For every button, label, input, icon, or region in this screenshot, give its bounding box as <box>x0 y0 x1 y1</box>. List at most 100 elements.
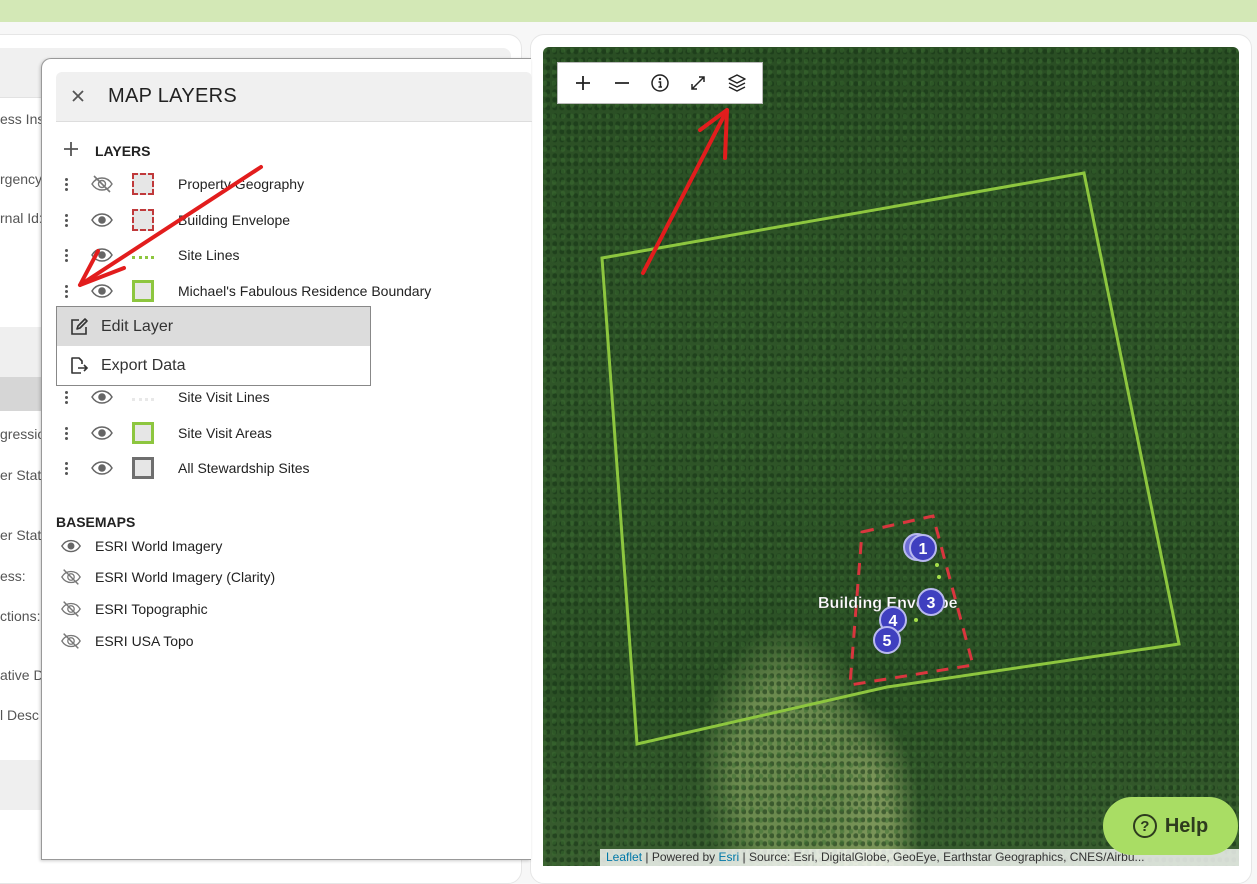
layer-menu-button[interactable] <box>56 177 76 191</box>
form-label: rgency <box>0 171 43 187</box>
layer-swatch <box>132 280 154 302</box>
basemap-label: ESRI World Imagery <box>95 538 223 554</box>
form-label: l Desc <box>0 707 39 723</box>
form-label: ess: <box>0 568 26 584</box>
edit-layer-menu-item[interactable]: Edit Layer <box>57 307 370 346</box>
add-layer-button[interactable] <box>63 139 79 161</box>
form-label: rnal Id: <box>0 210 43 226</box>
eye-icon[interactable] <box>90 388 114 406</box>
basemap-label: ESRI Topographic <box>95 601 208 617</box>
map-layers-panel: MAP LAYERS LAYERS Property Geography Bui… <box>41 58 532 860</box>
esri-link[interactable]: Esri <box>719 850 740 864</box>
zoom-out-button[interactable] <box>606 67 638 99</box>
close-button[interactable] <box>56 85 100 108</box>
eye-off-icon[interactable] <box>60 632 82 650</box>
layer-row: Site Visit Areas <box>56 418 526 448</box>
layer-menu-button[interactable] <box>56 213 76 227</box>
plus-icon <box>576 76 591 90</box>
layers-section-title: LAYERS <box>95 143 151 159</box>
residence-boundary-polygon[interactable] <box>600 171 1181 746</box>
svg-text:3: 3 <box>927 595 936 612</box>
map-view[interactable]: Building Envelope 1 3 4 5 Leaflet | Powe… <box>543 47 1239 866</box>
plus-icon <box>64 142 78 156</box>
layer-row: Property Geography <box>56 169 526 199</box>
basemaps-section-title: BASEMAPS <box>56 514 136 530</box>
layer-swatch <box>132 173 154 195</box>
layer-swatch <box>132 247 154 259</box>
info-icon <box>651 74 669 92</box>
layer-label: All Stewardship Sites <box>178 460 310 476</box>
map-marker[interactable]: 1 <box>903 533 937 562</box>
panel-header: MAP LAYERS <box>56 72 532 122</box>
fullscreen-button[interactable] <box>682 67 714 99</box>
layer-menu-button[interactable] <box>56 248 76 262</box>
layer-row: Site Visit Lines <box>56 382 526 412</box>
layer-swatch <box>132 422 154 444</box>
layer-label: Property Geography <box>178 176 305 192</box>
layer-label: Building Envelope <box>178 212 291 228</box>
help-label: Help <box>1164 814 1209 837</box>
export-icon <box>71 356 89 374</box>
close-icon <box>72 90 84 102</box>
eye-off-icon[interactable] <box>90 175 114 193</box>
basemap-row[interactable]: ESRI World Imagery (Clarity) <box>60 565 275 589</box>
eye-icon[interactable] <box>90 246 114 264</box>
eye-off-icon[interactable] <box>60 600 82 618</box>
export-data-menu-item[interactable]: Export Data <box>57 346 370 385</box>
layer-menu-button[interactable] <box>56 390 76 404</box>
eye-icon[interactable] <box>90 459 114 477</box>
site-line-dot <box>935 563 939 567</box>
layer-context-menu: Edit Layer Export Data <box>56 306 371 386</box>
layer-swatch <box>132 209 154 231</box>
help-button[interactable]: ? Help <box>1103 797 1238 855</box>
layer-label: Michael's Fabulous Residence Boundary <box>178 283 432 299</box>
svg-text:1: 1 <box>919 541 928 558</box>
top-bar <box>0 0 1257 22</box>
eye-icon[interactable] <box>60 537 82 555</box>
layer-row: Michael's Fabulous Residence Boundary <box>56 276 526 306</box>
layer-menu-button[interactable] <box>56 461 76 475</box>
eye-icon[interactable] <box>90 424 114 442</box>
form-label: ative D <box>0 667 44 683</box>
basemap-label: ESRI World Imagery (Clarity) <box>95 569 276 585</box>
layer-menu-button[interactable] <box>56 284 76 298</box>
site-line-dot <box>937 575 941 579</box>
layer-label: Site Lines <box>178 247 240 263</box>
layer-label: Site Visit Areas <box>178 425 272 441</box>
eye-off-icon[interactable] <box>60 568 82 586</box>
layer-row: All Stewardship Sites <box>56 453 526 483</box>
layer-row: Site Lines <box>56 240 526 270</box>
info-button[interactable] <box>644 67 676 99</box>
expand-icon <box>691 76 706 90</box>
attribution-text: | Powered by <box>642 850 719 864</box>
leaflet-link[interactable]: Leaflet <box>606 850 642 864</box>
export-data-label: Export Data <box>101 356 186 374</box>
svg-text:5: 5 <box>883 633 892 650</box>
form-label: ctions: <box>0 608 41 624</box>
site-line-dot <box>914 618 918 622</box>
edit-layer-label: Edit Layer <box>101 317 174 335</box>
edit-icon <box>71 317 88 335</box>
basemap-row[interactable]: ESRI USA Topo <box>60 629 194 653</box>
basemap-label: ESRI USA Topo <box>95 633 194 649</box>
layer-menu-button[interactable] <box>56 426 76 440</box>
map-controls <box>557 62 763 104</box>
minus-icon <box>614 82 629 84</box>
eye-icon[interactable] <box>90 282 114 300</box>
layers-button[interactable] <box>721 67 753 99</box>
layer-label: Site Visit Lines <box>178 389 270 405</box>
basemap-row[interactable]: ESRI World Imagery <box>60 534 222 558</box>
map-overlay: Building Envelope 1 3 4 5 <box>600 171 1181 746</box>
eye-icon[interactable] <box>90 211 114 229</box>
layer-swatch <box>132 457 154 479</box>
form-label: gressio <box>0 426 46 442</box>
zoom-in-button[interactable] <box>567 67 599 99</box>
map-marker[interactable]: 3 <box>917 588 945 616</box>
basemap-row[interactable]: ESRI Topographic <box>60 597 208 621</box>
layer-row: Building Envelope <box>56 205 526 235</box>
layer-swatch <box>132 389 154 401</box>
question-icon: ? <box>1132 814 1157 838</box>
map-marker[interactable]: 5 <box>873 626 901 654</box>
layers-icon <box>728 74 746 92</box>
attribution-source: | Source: Esri, DigitalGlobe, GeoEye, Ea… <box>739 850 1145 864</box>
